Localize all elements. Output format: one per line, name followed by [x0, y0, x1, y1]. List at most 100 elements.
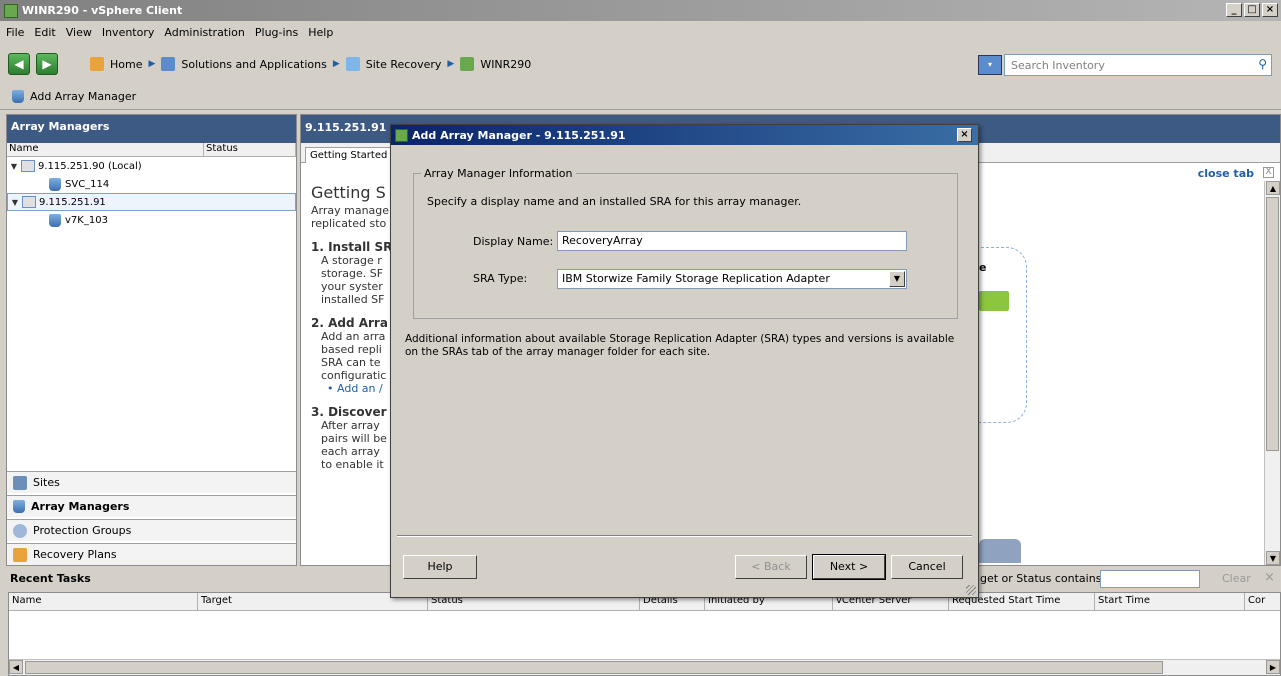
scroll-up-icon[interactable]: ▲: [1266, 181, 1280, 195]
nav-label: Protection Groups: [33, 524, 132, 537]
solutions-icon: [161, 57, 176, 71]
close-tasks-icon[interactable]: ×: [1264, 570, 1275, 585]
diagram-green-button[interactable]: [979, 291, 1009, 311]
dialog-description: Specify a display name and an installed …: [427, 195, 802, 208]
maximize-button[interactable]: □: [1244, 3, 1260, 17]
scroll-thumb[interactable]: [1266, 197, 1279, 451]
search-scope-dropdown[interactable]: ▾: [978, 55, 1002, 75]
site-recovery-icon: [345, 57, 360, 71]
menu-file[interactable]: File: [6, 26, 24, 39]
dialog-separator: [397, 535, 972, 537]
dialog-title: Add Array Manager - 9.115.251.91: [412, 128, 626, 142]
step1-line: installed SF: [321, 293, 385, 306]
task-filter-input[interactable]: [1100, 570, 1200, 588]
expand-arrow-icon[interactable]: ▼: [7, 162, 21, 171]
hscroll-thumb[interactable]: [25, 661, 1163, 674]
forward-button[interactable]: ▶: [36, 53, 58, 75]
nav-array-managers[interactable]: Array Managers: [7, 495, 296, 517]
menu-edit[interactable]: Edit: [34, 26, 55, 39]
breadcrumb-winr290[interactable]: WINR290: [480, 58, 531, 71]
help-button[interactable]: Help: [403, 555, 477, 579]
breadcrumb: Home ▶ Solutions and Applications ▶ Site…: [90, 52, 970, 76]
menu-inventory[interactable]: Inventory: [102, 26, 155, 39]
scroll-right-icon[interactable]: ▶: [1266, 660, 1280, 674]
menu-view[interactable]: View: [66, 26, 92, 39]
step1-line: storage. SF: [321, 267, 384, 280]
next-button[interactable]: Next >: [812, 554, 886, 580]
step3-line: pairs will be: [321, 432, 387, 445]
vertical-scrollbar[interactable]: ▲ ▼: [1264, 181, 1280, 565]
tree-item-label: 9.115.251.91: [39, 196, 106, 208]
task-filter-dropdown[interactable]: get or Status contains: ▾: [980, 572, 1114, 585]
close-tab-link[interactable]: close tab: [1198, 167, 1254, 180]
array-icon: [49, 213, 61, 227]
cancel-button[interactable]: Cancel: [891, 555, 963, 579]
nav-sites[interactable]: Sites: [7, 471, 296, 493]
left-panel: Array Managers Name Status ▼ 9.115.251.9…: [6, 114, 297, 566]
site-folder-icon: [21, 160, 35, 172]
dialog-close-button[interactable]: ×: [957, 128, 972, 142]
col-task-name[interactable]: Name: [9, 593, 198, 610]
col-status[interactable]: Status: [204, 143, 296, 156]
window-title: WINR290 - vSphere Client: [22, 4, 183, 17]
add-array-link[interactable]: Add an /: [337, 382, 383, 395]
chevron-down-icon[interactable]: ▼: [889, 271, 905, 287]
home-icon: [90, 57, 104, 71]
nav-recovery-plans[interactable]: Recovery Plans: [7, 543, 296, 565]
menu-help[interactable]: Help: [308, 26, 333, 39]
site-folder-icon: [22, 196, 36, 208]
tree-item-label: 9.115.251.90 (Local): [38, 160, 142, 172]
add-array-manager-button[interactable]: Add Array Manager: [30, 90, 136, 103]
step3-line: to enable it: [321, 458, 384, 471]
tree-item-local-site[interactable]: ▼ 9.115.251.90 (Local): [7, 157, 296, 175]
tree-item-label: SVC_114: [65, 178, 110, 190]
sra-type-select[interactable]: IBM Storwize Family Storage Replication …: [557, 269, 907, 289]
breadcrumb-separator-icon: ▶: [148, 59, 156, 69]
diagram-label-fragment: e: [979, 261, 987, 274]
close-window-button[interactable]: ×: [1262, 3, 1278, 17]
resize-grip-icon[interactable]: [966, 585, 976, 595]
step2-line: SRA can te: [321, 356, 381, 369]
nav-protection-groups[interactable]: Protection Groups: [7, 519, 296, 541]
scroll-down-icon[interactable]: ▼: [1266, 551, 1280, 565]
recent-tasks-title: Recent Tasks: [10, 572, 91, 585]
breadcrumb-solutions[interactable]: Solutions and Applications: [181, 58, 326, 71]
menu-administration[interactable]: Administration: [164, 26, 245, 39]
col-start-time[interactable]: Start Time: [1095, 593, 1245, 610]
tree-item-v7k[interactable]: v7K_103: [7, 211, 296, 229]
minimize-button[interactable]: _: [1226, 3, 1242, 17]
sra-type-label: SRA Type:: [473, 272, 528, 285]
menu-plugins[interactable]: Plug-ins: [255, 26, 298, 39]
tree-item-svc[interactable]: SVC_114: [7, 175, 296, 193]
breadcrumb-site-recovery[interactable]: Site Recovery: [366, 58, 442, 71]
sra-info-text: Additional information about available S…: [405, 333, 955, 358]
tab-getting-started[interactable]: Getting Started: [305, 147, 393, 163]
getting-started-content: Getting S Array manage replicated sto 1.…: [311, 183, 401, 471]
back-button[interactable]: ◀: [8, 53, 30, 75]
breadcrumb-home[interactable]: Home: [110, 58, 142, 71]
step1-line: your syster: [321, 280, 383, 293]
navigation-bar: ◀ ▶ Home ▶ Solutions and Applications ▶ …: [0, 44, 1281, 84]
window-title-bar: WINR290 - vSphere Client _ □ ×: [0, 0, 1281, 21]
vsphere-app-icon: [4, 3, 18, 18]
close-tab-icon[interactable]: X: [1263, 167, 1274, 178]
col-completed[interactable]: Cor: [1245, 593, 1280, 610]
tree-column-headers: Name Status: [7, 143, 296, 157]
display-name-input[interactable]: RecoveryArray: [557, 231, 907, 251]
horizontal-scrollbar[interactable]: ◀ ▶: [9, 659, 1280, 675]
expand-arrow-icon[interactable]: ▼: [8, 198, 22, 207]
tree-item-remote-site[interactable]: ▼ 9.115.251.91: [7, 193, 296, 211]
clear-button[interactable]: Clear: [1222, 572, 1251, 585]
search-input[interactable]: Search Inventory ⚲: [1004, 54, 1272, 76]
nav-label: Sites: [33, 476, 60, 489]
step2-line: based repli: [321, 343, 382, 356]
scroll-left-icon[interactable]: ◀: [9, 660, 23, 674]
back-button[interactable]: < Back: [735, 555, 807, 579]
menu-bar: File Edit View Inventory Administration …: [0, 21, 1281, 43]
vcenter-icon: [460, 57, 475, 71]
search-icon[interactable]: ⚲: [1258, 57, 1267, 71]
array-manager-icon: [12, 90, 24, 103]
nav-label: Array Managers: [31, 500, 130, 513]
breadcrumb-separator-icon: ▶: [447, 59, 455, 69]
col-name[interactable]: Name: [7, 143, 204, 156]
